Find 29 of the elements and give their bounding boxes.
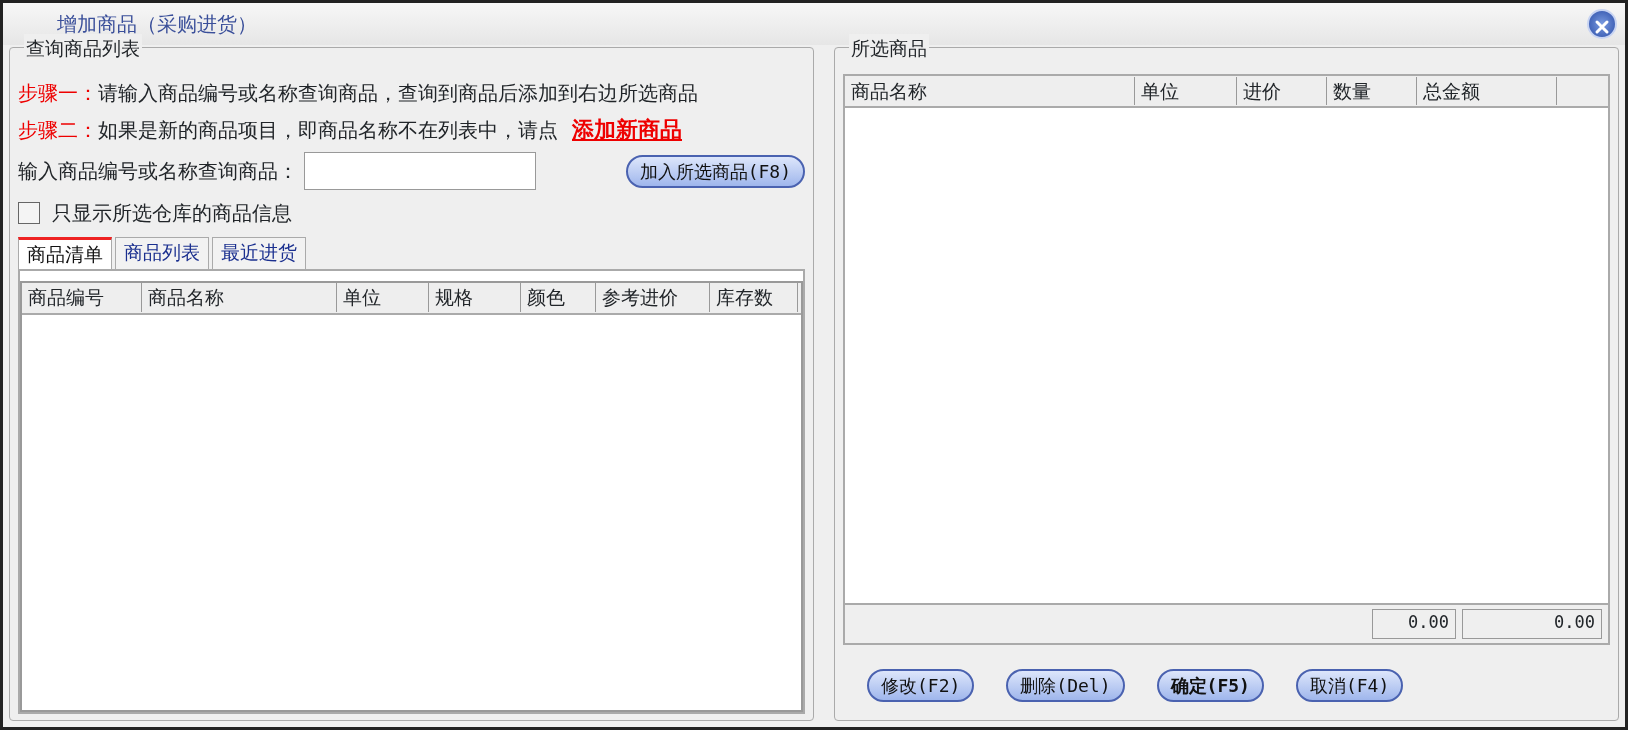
tab[interactable]: 最近进货 [212, 237, 306, 269]
action-button[interactable]: 修改(F2) [867, 669, 975, 702]
total-field: 0.00 [1462, 609, 1602, 639]
tab[interactable]: 商品列表 [115, 237, 209, 269]
action-button[interactable]: 取消(F4) [1295, 669, 1404, 702]
add-product-link[interactable]: 添加新商品 [572, 113, 682, 146]
add-button[interactable]: 加入所选商品(F8) [625, 154, 805, 188]
step-label: 步骤一： [18, 79, 98, 107]
total-field: 0.00 [1372, 609, 1456, 639]
column-header[interactable]: 商品名称 [142, 283, 337, 312]
step-label: 步骤二： [18, 116, 98, 144]
column-header[interactable]: 颜色 [521, 283, 596, 312]
column-header[interactable]: 单位 [1135, 76, 1237, 106]
column-header[interactable]: 数量 [1327, 76, 1417, 106]
column-header[interactable]: 商品编号 [22, 283, 142, 312]
action-button[interactable]: 确定(F5) [1156, 669, 1264, 702]
action-button[interactable]: 删除(Del) [1006, 669, 1125, 702]
column-header[interactable]: 商品名称 [845, 76, 1135, 106]
step-text: 请输入商品编号或名称查询商品，查询到商品后添加到右边所选商品 [98, 79, 698, 107]
step-text: 如果是新的商品项目，即商品名称不在列表中，请点 [98, 116, 558, 144]
column-header[interactable]: 参考进价 [596, 283, 710, 312]
tab[interactable]: 商品清单 [18, 237, 112, 269]
checkbox-label: 只显示所选仓库的商品信息 [52, 199, 292, 227]
column-header[interactable]: 单位 [337, 283, 429, 312]
column-header[interactable]: 进价 [1237, 76, 1327, 106]
column-header[interactable]: 规格 [429, 283, 521, 312]
column-header[interactable]: 总金额 [1417, 76, 1557, 106]
column-header[interactable]: 库存数 [710, 283, 798, 312]
search-label: 输入商品编号或名称查询商品： [18, 158, 298, 185]
